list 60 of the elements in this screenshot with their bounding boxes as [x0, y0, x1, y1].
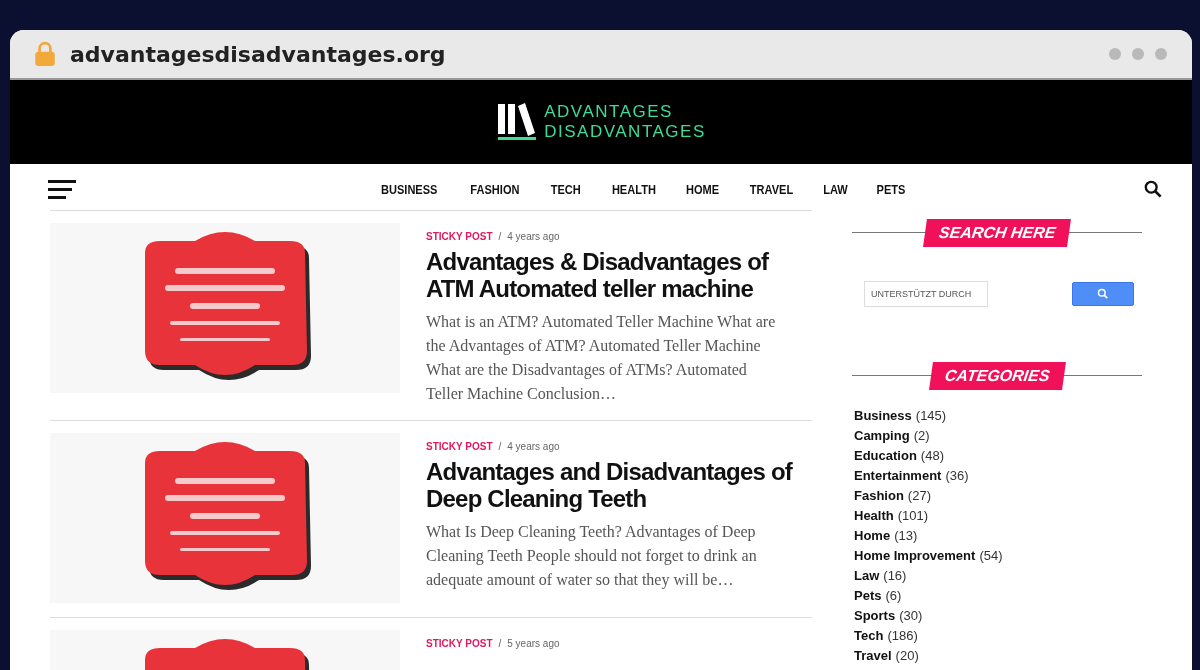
- nav-link[interactable]: HOME: [686, 181, 720, 197]
- category-link[interactable]: Entertainment: [854, 468, 942, 483]
- category-count: (27): [907, 488, 931, 503]
- category-count: (6): [885, 588, 902, 603]
- search-icon: [1097, 288, 1109, 300]
- url-text: advantagesdisadvantages.org: [70, 41, 447, 67]
- menu-icon[interactable]: [48, 179, 76, 199]
- search-button[interactable]: [1072, 282, 1134, 306]
- category-tag[interactable]: STICKY POST: [426, 441, 493, 452]
- post-excerpt: What Is Deep Cleaning Teeth? Advantages of Deep Cleaning Teeth People should not forget to drink an adequate amount of water so that they will be…: [426, 522, 758, 591]
- category-count: (13): [894, 528, 918, 543]
- nav-link[interactable]: TRAVEL: [750, 181, 794, 197]
- logo-text[interactable]: DISADVANTAGES: [544, 122, 706, 142]
- post-title[interactable]: Advantages and Disadvantages of Deep Cleaning Teeth: [426, 458, 812, 512]
- category-count: (48): [920, 448, 944, 463]
- separator: /: [498, 638, 502, 649]
- padlock-icon: [34, 41, 56, 67]
- nav-link[interactable]: PETS: [876, 181, 906, 197]
- nav-link[interactable]: TECH: [550, 181, 581, 197]
- separator: /: [498, 231, 502, 242]
- separator: /: [498, 441, 502, 452]
- section-heading: SEARCH HERE: [922, 219, 1072, 247]
- nav-link[interactable]: BUSINESS: [381, 181, 438, 197]
- category-link[interactable]: Pets: [854, 588, 882, 603]
- category-count: (16): [883, 568, 907, 583]
- category-tag[interactable]: STICKY POST: [426, 231, 493, 242]
- category-count: (186): [887, 628, 918, 643]
- category-link[interactable]: Tech: [854, 628, 884, 643]
- category-count: (36): [945, 468, 969, 483]
- category-count: (54): [979, 548, 1003, 563]
- post-excerpt: What is an ATM? Automated Teller Machine What are the Advantages of ATM? Automated Teller Machine What are the Disadvantages of ATMs? Automated Teller Machine Conclusion…: [426, 312, 777, 404]
- category-link[interactable]: Law: [854, 568, 880, 583]
- category-link[interactable]: Camping: [854, 428, 910, 443]
- post-date: 4 years ago: [507, 441, 560, 452]
- nav-link[interactable]: LAW: [823, 181, 849, 197]
- nav-link[interactable]: HEALTH: [611, 181, 656, 197]
- category-tag[interactable]: STICKY POST: [426, 638, 493, 649]
- window-dots-icon: [1108, 47, 1168, 61]
- category-link[interactable]: Home Improvement: [854, 548, 976, 563]
- search-icon[interactable]: [1144, 180, 1162, 198]
- books-logo-icon: [496, 102, 539, 142]
- category-link[interactable]: Travel: [854, 648, 892, 663]
- category-count: (30): [899, 608, 923, 623]
- category-count: (145): [915, 408, 947, 423]
- category-count: (101): [897, 508, 929, 523]
- category-link[interactable]: Business: [854, 408, 912, 423]
- category-link[interactable]: Fashion: [854, 488, 904, 503]
- category-link[interactable]: Sports: [854, 608, 896, 623]
- logo-text[interactable]: ADVANTAGES: [544, 102, 706, 122]
- post-date: 5 years ago: [507, 638, 560, 649]
- category-link[interactable]: Home: [854, 528, 891, 543]
- category-count: (2): [913, 428, 930, 443]
- post-date: 4 years ago: [507, 231, 560, 242]
- search-field[interactable]: UNTERSTÜTZT DURCH: [864, 281, 988, 307]
- category-link[interactable]: Health: [854, 508, 894, 523]
- post-title[interactable]: Advantages & Disadvantages of ATM Automated teller machine: [426, 248, 812, 302]
- category-link[interactable]: Education: [854, 448, 917, 463]
- category-count: (20): [895, 648, 919, 663]
- section-heading: CATEGORIES: [928, 362, 1066, 390]
- nav-link[interactable]: FASHION: [470, 181, 520, 197]
